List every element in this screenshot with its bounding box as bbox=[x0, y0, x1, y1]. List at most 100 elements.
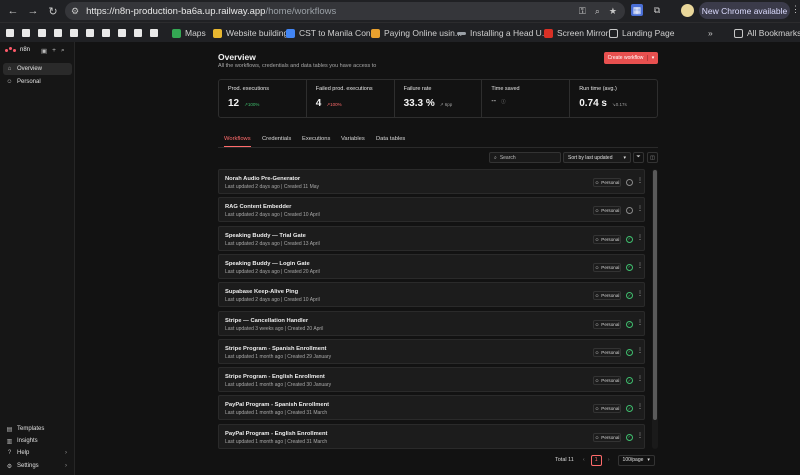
active-check-icon: ✓ bbox=[626, 292, 633, 300]
sort-select[interactable]: Sort by last updated ▾ bbox=[563, 152, 631, 163]
next-page-icon[interactable]: › bbox=[608, 457, 610, 463]
brand-logo[interactable]: n8n bbox=[5, 47, 30, 53]
bookmark-app-icon[interactable] bbox=[134, 29, 142, 37]
workflow-meta: Last updated 2 days ago | Created 20 Apr… bbox=[225, 268, 320, 275]
collapse-sidebar-icon[interactable]: ▣ bbox=[41, 47, 47, 55]
page-size-select[interactable]: 100/page ▾ bbox=[617, 454, 655, 466]
extensions-puzzle-icon[interactable]: ⧉ bbox=[651, 4, 663, 16]
bookmarks-overflow-icon[interactable]: » bbox=[708, 26, 713, 40]
forward-icon[interactable]: → bbox=[24, 2, 42, 20]
page-button-current[interactable]: 1 bbox=[590, 454, 602, 466]
bookmark-app-icon[interactable] bbox=[70, 29, 78, 37]
workflow-row[interactable]: RAG Content Embedder Last updated 2 days … bbox=[218, 197, 645, 223]
stat-failure-rate[interactable]: Failure rate 33.3 % ↗ 6pp bbox=[395, 80, 483, 117]
sidebar-item-insights[interactable]: ▥ Insights bbox=[3, 435, 72, 447]
sidebar-item-personal[interactable]: ☺ Personal bbox=[3, 76, 72, 88]
owner-badge: ☺ Personal bbox=[593, 291, 621, 301]
back-icon[interactable]: ← bbox=[4, 2, 22, 20]
profile-avatar[interactable] bbox=[681, 4, 694, 17]
workflow-menu-icon[interactable]: ⋮ bbox=[637, 347, 643, 354]
bookmark-app-icon[interactable] bbox=[102, 29, 110, 37]
stat-run-time[interactable]: Run time (avg.) 0.74 s ↘0.17s bbox=[570, 80, 657, 117]
chrome-update-button[interactable]: New Chrome available bbox=[699, 2, 790, 19]
workflow-menu-icon[interactable]: ⋮ bbox=[637, 403, 643, 410]
search-icon[interactable]: ⌕ bbox=[61, 47, 65, 55]
workflow-row[interactable]: Supabase Keep-Alive Ping Last updated 2 d… bbox=[218, 282, 645, 308]
workflow-name[interactable]: Norah Audio Pre-Generator bbox=[225, 176, 300, 182]
owner-badge: ☺ Personal bbox=[593, 234, 621, 244]
stat-failed-executions[interactable]: Failed prod. executions 4 ↗100% bbox=[307, 80, 395, 117]
workflow-menu-icon[interactable]: ⋮ bbox=[637, 375, 643, 382]
sidebar-item-templates[interactable]: ▤ Templates bbox=[3, 423, 72, 435]
workflow-menu-icon[interactable]: ⋮ bbox=[637, 234, 643, 241]
workflow-row[interactable]: Norah Audio Pre-Generator Last updated 2 … bbox=[218, 169, 645, 194]
workflow-name[interactable]: Supabase Keep-Alive Ping bbox=[225, 289, 298, 295]
tab-workflows[interactable]: Workflows bbox=[224, 136, 251, 147]
bookmark-app-icon[interactable] bbox=[38, 29, 46, 37]
extension-icon[interactable]: ▦ bbox=[631, 4, 643, 16]
workflow-menu-icon[interactable]: ⋮ bbox=[637, 177, 643, 184]
workflow-name[interactable]: Stripe — Cancellation Handler bbox=[225, 318, 308, 324]
workflow-row[interactable]: Speaking Buddy — Login Gate Last updated … bbox=[218, 253, 645, 279]
bookmark-app-icon[interactable] bbox=[118, 29, 126, 37]
filter-icon[interactable]: ⏷ bbox=[633, 152, 644, 163]
create-workflow-button[interactable]: Create workflow ▾ bbox=[604, 52, 658, 64]
stat-time-saved[interactable]: Time saved -- ⓘ bbox=[482, 80, 571, 117]
info-icon[interactable]: ⓘ bbox=[501, 99, 506, 105]
bookmark-app-icon[interactable] bbox=[54, 29, 62, 37]
browser-menu-icon[interactable]: ⋮ bbox=[791, 4, 800, 15]
previous-page-icon[interactable]: ‹ bbox=[583, 457, 585, 463]
workflow-row[interactable]: PayPal Program - Spanish Enrollment Last … bbox=[218, 395, 645, 421]
scrollbar[interactable] bbox=[652, 169, 658, 449]
workflow-row[interactable]: PayPal Program - English Enrollment Last … bbox=[218, 423, 645, 449]
workflow-menu-icon[interactable]: ⋮ bbox=[637, 319, 643, 326]
scrollbar-thumb[interactable] bbox=[653, 170, 657, 420]
workflow-menu-icon[interactable]: ⋮ bbox=[637, 262, 643, 269]
workflow-row[interactable]: Stripe Program - Spanish Enrollment Last … bbox=[218, 338, 645, 364]
workflow-name[interactable]: RAG Content Embedder bbox=[225, 204, 291, 210]
search-input[interactable]: ⌕ Search bbox=[489, 152, 561, 163]
address-bar[interactable]: ⚙ https://n8n-production-ba6a.up.railway… bbox=[65, 2, 625, 20]
workflow-menu-icon[interactable]: ⋮ bbox=[637, 205, 643, 212]
password-key-icon[interactable]: ⚿ bbox=[579, 6, 586, 17]
all-bookmarks[interactable]: All Bookmarks bbox=[734, 26, 800, 40]
workflow-name[interactable]: PayPal Program - Spanish Enrollment bbox=[225, 402, 329, 408]
workflow-menu-icon[interactable]: ⋮ bbox=[637, 290, 643, 297]
workflow-menu-icon[interactable]: ⋮ bbox=[637, 432, 643, 439]
view-toggle-icon[interactable]: ◫ bbox=[647, 152, 658, 163]
zoom-icon[interactable]: ⌕ bbox=[595, 6, 600, 17]
pagination: Total 11 ‹ 1 › 100/page ▾ bbox=[555, 454, 655, 466]
add-icon[interactable]: + bbox=[52, 47, 56, 55]
bookmark-app-icon[interactable] bbox=[22, 29, 30, 37]
workflow-row[interactable]: Stripe Program - English Enrollment Last … bbox=[218, 367, 645, 393]
bookmark-head-unit[interactable]: Installing a Head U... bbox=[457, 26, 549, 40]
tab-variables[interactable]: Variables bbox=[341, 136, 365, 147]
bookmark-screen-mirror[interactable]: Screen Mirror bbox=[544, 26, 608, 40]
tab-credentials[interactable]: Credentials bbox=[262, 136, 291, 147]
workflow-name[interactable]: Stripe Program - Spanish Enrollment bbox=[225, 346, 326, 352]
bookmark-landing-page[interactable]: Landing Page bbox=[609, 26, 674, 40]
workflow-row[interactable]: Speaking Buddy — Trial Gate Last updated … bbox=[218, 225, 645, 251]
workflow-name[interactable]: Speaking Buddy — Login Gate bbox=[225, 261, 310, 267]
tab-executions[interactable]: Executions bbox=[302, 136, 330, 147]
sidebar-item-help[interactable]: ? Help › bbox=[3, 447, 72, 459]
workflow-name[interactable]: Stripe Program - English Enrollment bbox=[225, 374, 325, 380]
sidebar-item-settings[interactable]: ⚙ Settings › bbox=[3, 460, 72, 472]
stat-prod-executions[interactable]: Prod. executions 12 ↗100% bbox=[219, 80, 307, 117]
workflow-name[interactable]: Speaking Buddy — Trial Gate bbox=[225, 233, 306, 239]
workflow-name[interactable]: PayPal Program - English Enrollment bbox=[225, 431, 327, 437]
bookmark-website-building[interactable]: Website building bbox=[213, 26, 288, 40]
tab-data-tables[interactable]: Data tables bbox=[376, 136, 405, 147]
bookmark-app-icon[interactable] bbox=[6, 29, 14, 37]
bookmark-maps[interactable]: Maps bbox=[172, 26, 206, 40]
bookmark-app-icon[interactable] bbox=[150, 29, 158, 37]
site-settings-icon[interactable]: ⚙ bbox=[71, 6, 79, 17]
bookmark-paying-online[interactable]: Paying Online usin... bbox=[371, 26, 462, 40]
bookmark-cst-manila[interactable]: CST to Manila Con... bbox=[286, 26, 378, 40]
bookmark-app-icon[interactable] bbox=[86, 29, 94, 37]
bookmark-star-icon[interactable]: ★ bbox=[609, 6, 617, 17]
reload-icon[interactable]: ↻ bbox=[44, 2, 62, 20]
workflow-row[interactable]: Stripe — Cancellation Handler Last update… bbox=[218, 310, 645, 336]
chevron-down-icon[interactable]: ▾ bbox=[648, 55, 658, 61]
sidebar-item-overview[interactable]: ⌂ Overview bbox=[3, 63, 72, 75]
